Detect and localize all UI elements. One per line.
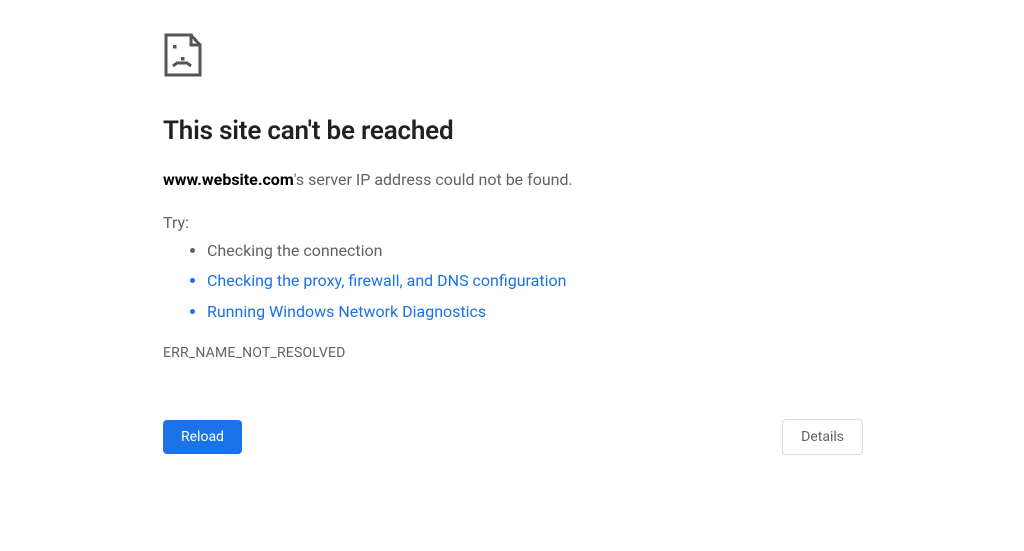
sad-page-icon [163,32,203,78]
host-name: www.website.com [163,170,294,189]
try-label: Try: [163,213,863,232]
suggestion-list: Checking the connectionChecking the prox… [163,236,863,327]
details-button[interactable]: Details [782,419,863,455]
suggestion-item[interactable]: Checking the proxy, firewall, and DNS co… [207,266,863,296]
error-code: ERR_NAME_NOT_RESOLVED [163,345,863,361]
error-heading: This site can't be reached [163,116,863,146]
suggestion-item[interactable]: Running Windows Network Diagnostics [207,297,863,327]
suggestion-item: Checking the connection [207,236,863,266]
error-message: www.website.com's server IP address coul… [163,170,863,189]
reload-button[interactable]: Reload [163,420,242,454]
message-suffix: 's server IP address could not be found. [294,170,573,189]
